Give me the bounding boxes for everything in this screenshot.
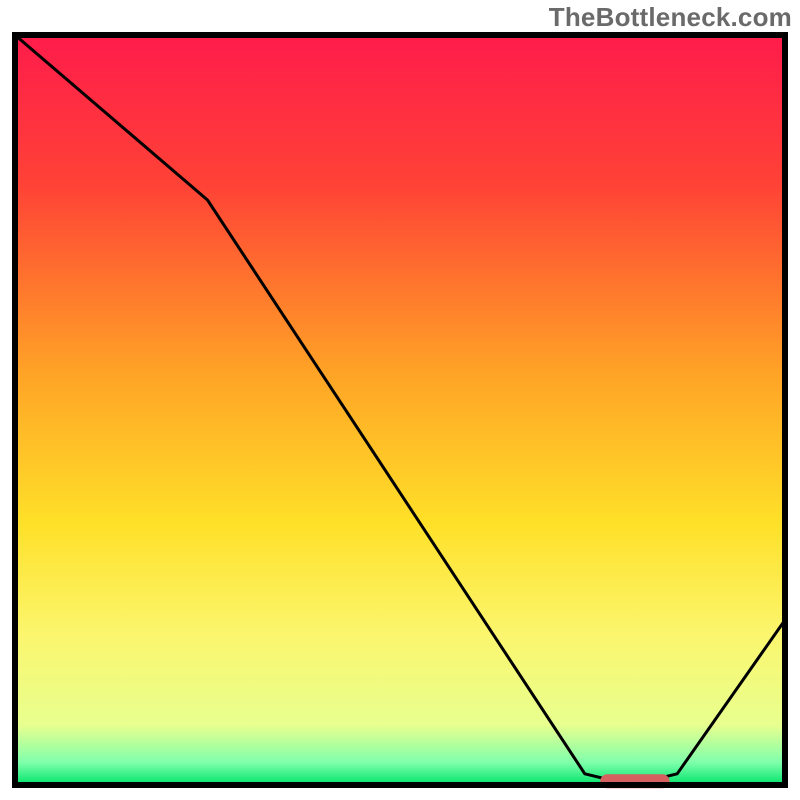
bottleneck-chart [10,30,790,790]
chart-container: TheBottleneck.com [0,0,800,800]
plot-background [15,35,785,785]
watermark-text: TheBottleneck.com [549,2,792,33]
